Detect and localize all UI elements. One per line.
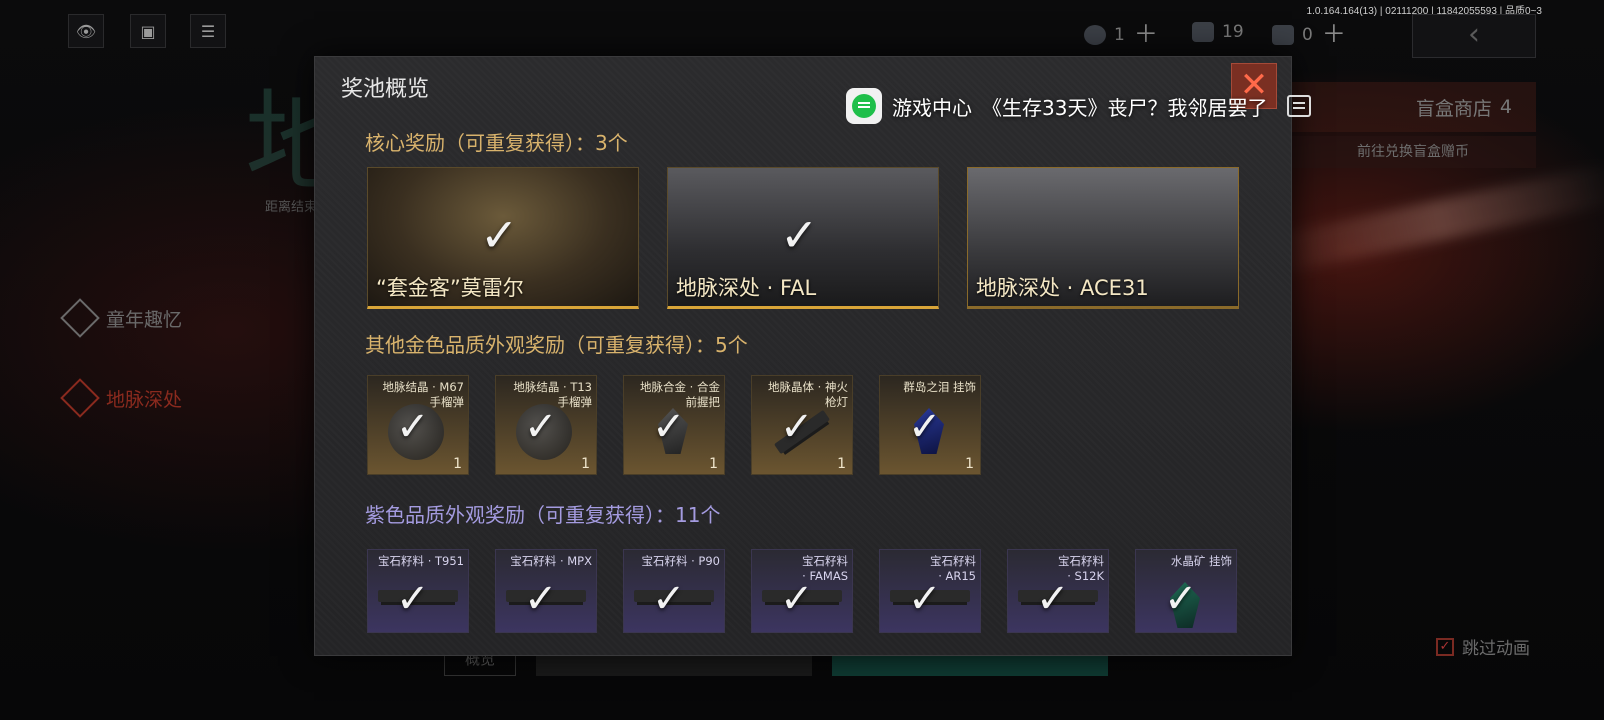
check-icon: ✓ — [652, 576, 686, 622]
core-reward-card[interactable]: ✓ 地脉深处 · FAL — [667, 167, 939, 309]
core-reward-name: 地脉深处 · FAL — [676, 276, 817, 300]
item-count: 1 — [965, 456, 974, 472]
add-gem-button[interactable]: ＋ — [1133, 22, 1159, 48]
gem-currency: 1 ＋ — [1084, 22, 1159, 48]
item-label: 群岛之泪 挂饰 — [903, 380, 976, 394]
gold-reward-card[interactable]: 地脉晶体 · 神火 枪灯 ✓ 1 — [751, 375, 853, 475]
camera-icon[interactable]: ▣ — [130, 14, 166, 48]
check-icon: ✓ — [480, 208, 519, 262]
list-icon[interactable]: ☰ — [190, 14, 226, 48]
check-icon: ✓ — [1164, 576, 1198, 622]
check-icon: ✓ — [396, 404, 430, 450]
sidebar-item-label: 地脉深处 — [106, 388, 183, 411]
item-label: 水晶矿 挂饰 — [1170, 554, 1232, 568]
shop-count: 4 — [1499, 96, 1512, 118]
check-icon: ✓ — [396, 576, 430, 622]
check-icon: ✓ — [524, 576, 558, 622]
checkbox-icon: ✓ — [1436, 637, 1454, 656]
item-count: 1 — [837, 456, 846, 472]
gold-reward-card[interactable]: 地脉结晶 · T13 手榴弹 ✓ 1 — [495, 375, 597, 475]
gold-reward-card[interactable]: 地脉结晶 · M67 手榴弹 ✓ 1 — [367, 375, 469, 475]
check-icon: ✓ — [908, 576, 942, 622]
gold-reward-card[interactable]: 群岛之泪 挂饰 ✓ 1 — [879, 375, 981, 475]
exchange-link[interactable]: 前往兑换盲盒赠币 — [1290, 136, 1536, 168]
coupon-currency-icon — [1272, 25, 1294, 45]
item-label: 宝石籽料 · MPX — [510, 554, 592, 568]
check-icon: ✓ — [780, 208, 819, 262]
core-section-title: 核心奖励（可重复获得）：3个 — [365, 131, 628, 155]
item-label: 宝石籽料 · P90 — [641, 554, 720, 568]
eye-icon[interactable]: 👁 — [68, 14, 104, 48]
notification-message: 《生存33天》丧尸？我邻居罢了 — [982, 95, 1268, 120]
gold-section-title: 其他金色品质外观奖励（可重复获得）：5个 — [365, 333, 748, 357]
purple-reward-card[interactable]: 宝石籽料 · AR15 ✓ — [879, 549, 981, 633]
sidebar-item-childhood[interactable]: 童年趣忆 — [60, 298, 183, 338]
add-coupon-button[interactable]: ＋ — [1321, 22, 1347, 48]
check-icon: ✓ — [780, 576, 814, 622]
skip-animation-label: 跳过动画 — [1462, 639, 1530, 659]
purple-reward-card[interactable]: 宝石籽料 · MPX ✓ — [495, 549, 597, 633]
notification-app-name: 游戏中心 — [892, 95, 972, 120]
shop-label: 盲盒商店 — [1415, 97, 1492, 120]
game-center-icon — [846, 88, 882, 124]
check-icon: ✓ — [1036, 576, 1070, 622]
item-count: 1 — [453, 456, 462, 472]
item-count: 1 — [709, 456, 718, 472]
purple-reward-card[interactable]: 宝石籽料 · FAMAS ✓ — [751, 549, 853, 633]
check-icon: ✓ — [524, 404, 558, 450]
coupon-currency-value: 0 — [1302, 25, 1313, 45]
purple-reward-card[interactable]: 宝石籽料 · P90 ✓ — [623, 549, 725, 633]
gold-reward-card[interactable]: 地脉合金 · 合金 前握把 ✓ 1 — [623, 375, 725, 475]
skip-animation-toggle[interactable]: ✓ 跳过动画 — [1436, 634, 1530, 659]
ticket-currency-value: 19 — [1222, 22, 1244, 42]
ticket-currency: 19 — [1192, 22, 1244, 42]
check-icon: ✓ — [780, 404, 814, 450]
purple-section-title: 紫色品质外观奖励（可重复获得）：11个 — [365, 503, 721, 527]
ticket-currency-icon — [1192, 22, 1214, 42]
back-button[interactable]: ‹ — [1412, 14, 1536, 58]
system-notification[interactable]: 游戏中心 《生存33天》丧尸？我邻居罢了 — [846, 86, 1312, 126]
diamond-icon — [60, 378, 100, 418]
gem-currency-value: 1 — [1114, 25, 1125, 45]
gem-currency-icon — [1084, 25, 1106, 45]
sidebar-item-deep-vein[interactable]: 地脉深处 — [60, 378, 183, 418]
purple-reward-card[interactable]: 宝石籽料 · T951 ✓ — [367, 549, 469, 633]
item-label: 宝石籽料 · T951 — [378, 554, 464, 568]
diamond-icon — [60, 298, 100, 338]
purple-reward-card[interactable]: 水晶矿 挂饰 ✓ — [1135, 549, 1237, 633]
core-reward-card[interactable]: 地脉深处 · ACE31 — [967, 167, 1239, 309]
check-icon: ✓ — [652, 404, 686, 450]
core-reward-name: 地脉深处 · ACE31 — [976, 276, 1149, 300]
modal-title: 奖池概览 — [341, 77, 430, 102]
message-icon[interactable] — [1287, 95, 1312, 117]
core-reward-name: “套金客”莫雷尔 — [376, 276, 524, 300]
prize-pool-modal: 奖池概览 ✕ 核心奖励（可重复获得）：3个 ✓ “套金客”莫雷尔 ✓ 地脉深处 … — [314, 56, 1292, 656]
countdown-label: 距离结束 — [265, 200, 318, 215]
purple-reward-card[interactable]: 宝石籽料 · S12K ✓ — [1007, 549, 1109, 633]
blindbox-shop-button[interactable]: 盲盒商店 4 — [1290, 82, 1536, 132]
item-count: 1 — [581, 456, 590, 472]
coupon-currency: 0 ＋ — [1272, 22, 1347, 48]
sidebar-item-label: 童年趣忆 — [106, 308, 183, 331]
core-reward-card[interactable]: ✓ “套金客”莫雷尔 — [367, 167, 639, 309]
check-icon: ✓ — [908, 404, 942, 450]
